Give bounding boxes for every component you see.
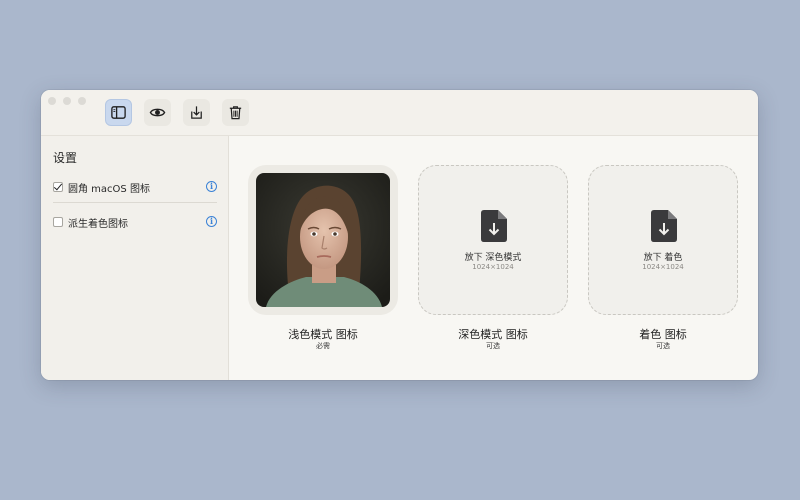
delete-button[interactable] — [222, 99, 249, 126]
derive-tinted-option[interactable]: 派生着色图标 i — [53, 214, 217, 230]
settings-title: 设置 — [53, 151, 78, 165]
dark-mode-drop-zone[interactable]: 放下 深色模式 1024×1024 — [418, 165, 568, 315]
tinted-requirement: 可选 — [656, 342, 670, 350]
tinted-drop-zone[interactable]: 放下 着色 1024×1024 — [588, 165, 738, 315]
download-tray-icon — [191, 106, 202, 119]
preview-button[interactable] — [144, 99, 171, 126]
light-mode-caption: 浅色模式 图标 — [288, 328, 358, 341]
rounded-icon-label: 圆角 macOS 图标 — [68, 183, 150, 195]
file-download-icon — [651, 210, 677, 242]
dark-mode-drop-label: 放下 深色模式 — [464, 253, 522, 263]
trash-icon — [229, 106, 242, 120]
sidebar-divider — [53, 202, 217, 203]
rounded-icon-checkbox[interactable] — [53, 182, 63, 192]
light-mode-icon-well[interactable] — [248, 165, 398, 315]
titlebar — [41, 90, 758, 136]
info-icon[interactable]: i — [206, 181, 217, 192]
tinted-caption: 着色 图标 — [639, 328, 687, 341]
dark-mode-caption: 深色模式 图标 — [458, 328, 528, 341]
tinted-size-label: 1024×1024 — [642, 263, 684, 271]
derive-tinted-checkbox[interactable] — [53, 217, 63, 227]
derive-tinted-label: 派生着色图标 — [68, 218, 128, 230]
sidebar-icon — [111, 106, 126, 119]
light-mode-icon-image — [256, 173, 390, 307]
minimize-window-button[interactable] — [63, 97, 71, 105]
settings-sidebar: 设置 圆角 macOS 图标 i 派生着色图标 i — [41, 136, 229, 380]
tinted-drop-label: 放下 着色 — [643, 253, 683, 263]
dark-mode-requirement: 可选 — [486, 342, 500, 350]
eye-icon — [149, 108, 166, 117]
info-icon[interactable]: i — [206, 216, 217, 227]
light-mode-requirement: 必需 — [316, 342, 330, 350]
export-button[interactable] — [183, 99, 210, 126]
app-window: 设置 圆角 macOS 图标 i 派生着色图标 i 浅色模式 图标 必需 放下 … — [41, 90, 758, 380]
rounded-icon-option[interactable]: 圆角 macOS 图标 i — [53, 179, 217, 195]
close-window-button[interactable] — [48, 97, 56, 105]
zoom-window-button[interactable] — [78, 97, 86, 105]
sidebar-toggle-button[interactable] — [105, 99, 132, 126]
dark-mode-size-label: 1024×1024 — [472, 263, 514, 271]
file-download-icon — [481, 210, 507, 242]
